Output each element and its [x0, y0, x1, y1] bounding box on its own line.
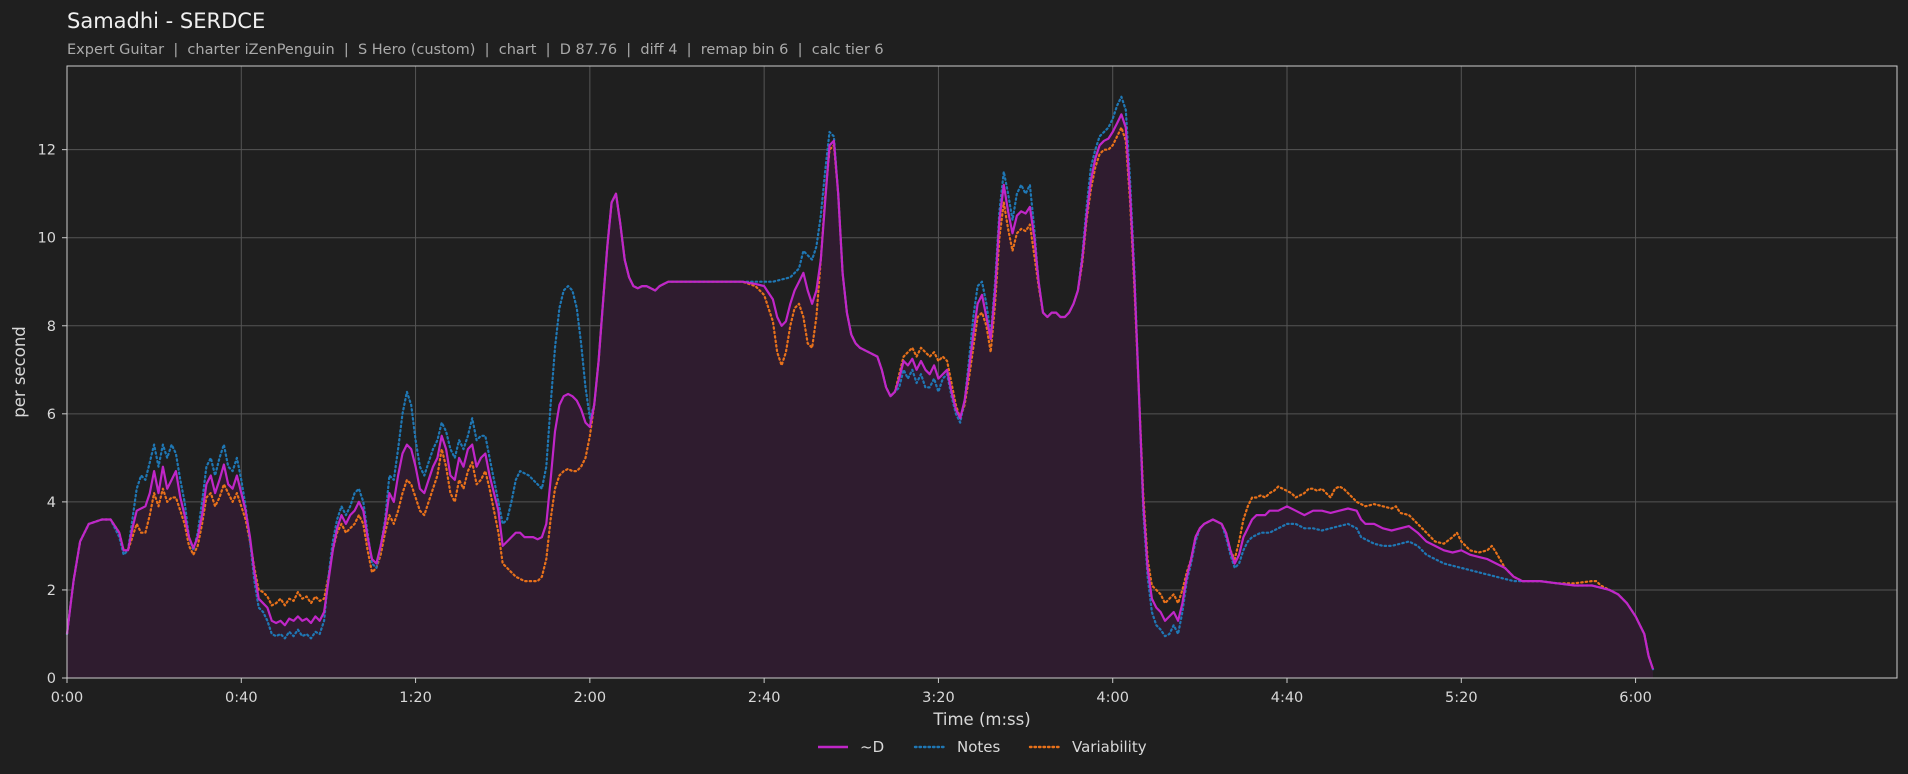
legend-item-variability: Variability: [1028, 738, 1147, 756]
legend-item-notes: Notes: [913, 738, 1001, 756]
d-area-fill: [67, 114, 1653, 678]
x-tick-label: 1:20: [399, 690, 432, 706]
y-tick-label: 12: [38, 143, 56, 159]
legend: ~D Notes Variability: [818, 738, 1147, 756]
y-tick-label: 10: [38, 231, 56, 247]
x-axis: 0:00 0:40 1:20 2:00 2:40 3:20 4:00 4:40 5:20 6:00: [51, 678, 1652, 706]
legend-label: Variability: [1072, 738, 1147, 756]
x-tick-label: 3:20: [922, 690, 955, 706]
y-tick-label: 2: [47, 583, 56, 599]
x-tick-label: 0:00: [51, 690, 84, 706]
legend-label: Notes: [957, 738, 1001, 756]
y-tick-label: 4: [47, 495, 56, 511]
x-tick-label: 4:00: [1096, 690, 1129, 706]
x-tick-label: 4:40: [1271, 690, 1304, 706]
y-tick-label: 8: [47, 319, 56, 335]
chart-subtitle: Expert Guitar | charter iZenPenguin | S …: [67, 42, 884, 58]
legend-label: ~D: [860, 738, 884, 756]
y-tick-label: 6: [47, 407, 56, 423]
chart-title: Samadhi - SERDCE: [67, 9, 265, 33]
x-tick-label: 2:00: [574, 690, 607, 706]
x-tick-label: 2:40: [748, 690, 781, 706]
y-tick-label: 0: [47, 671, 56, 687]
chart: Samadhi - SERDCE Expert Guitar | charter…: [10, 9, 1898, 756]
legend-item-d: ~D: [818, 738, 884, 756]
y-axis: 0 2 4 6 8 10 12: [38, 143, 67, 687]
x-tick-label: 0:40: [225, 690, 258, 706]
x-axis-label: Time (m:ss): [932, 710, 1030, 729]
y-axis-label: per second: [10, 326, 29, 418]
x-tick-label: 5:20: [1445, 690, 1478, 706]
x-tick-label: 6:00: [1619, 690, 1652, 706]
area-fill: [67, 114, 1653, 678]
